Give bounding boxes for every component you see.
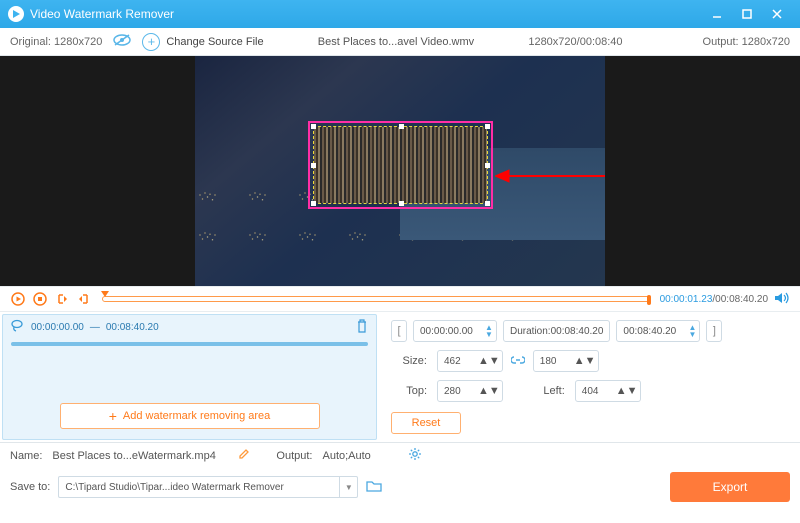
video-preview — [0, 56, 800, 286]
footer: Name: Output: Save to: C:\Tipard Studio\… — [0, 442, 800, 506]
segment-end: 00:08:40.20 — [106, 322, 159, 333]
resize-handle[interactable] — [399, 201, 404, 206]
save-to-label: Save to: — [10, 481, 50, 493]
position-row: Top: 280 ▲▼ Left: 404 ▲▼ — [391, 380, 788, 402]
spin-up[interactable]: ▲ — [616, 385, 627, 397]
playback-controls: 00:00:01.23/00:08:40.20 — [0, 286, 800, 312]
save-path-box: C:\Tipard Studio\Tipar...ideo Watermark … — [58, 476, 358, 498]
annotation-arrow-icon — [495, 168, 605, 184]
toolbar: Original: 1280x720 + Change Source File … — [0, 28, 800, 56]
app-title: Video Watermark Remover — [30, 7, 702, 21]
output-label: Output: 1280x720 — [703, 36, 790, 48]
name-input[interactable] — [50, 448, 230, 464]
output-settings-icon[interactable] — [408, 447, 422, 464]
segment-start: 00:00:00.00 — [31, 322, 84, 333]
seek-end — [647, 295, 651, 305]
spin-down[interactable]: ▼ — [585, 355, 596, 367]
main-panels: 00:00:00.00 — 00:08:40.20 + Add watermar… — [0, 312, 800, 442]
reset-button[interactable]: Reset — [391, 412, 461, 434]
play-button[interactable] — [10, 291, 26, 307]
minimize-button[interactable] — [702, 4, 732, 24]
stop-button[interactable] — [32, 291, 48, 307]
add-watermark-area-button[interactable]: + Add watermark removing area — [60, 403, 320, 429]
spin-up[interactable]: ▲ — [478, 355, 489, 367]
spin-down[interactable]: ▼ — [484, 331, 494, 338]
resolution-duration: 1280x720/00:08:40 — [528, 36, 622, 48]
name-label: Name: — [10, 450, 42, 462]
resize-handle[interactable] — [399, 124, 404, 129]
footer-save-row: Save to: C:\Tipard Studio\Tipar...ideo W… — [0, 468, 800, 506]
current-filename: Best Places to...avel Video.wmv — [274, 36, 519, 48]
resize-handle[interactable] — [485, 201, 490, 206]
size-row: Size: 462 ▲▼ 180 ▲▼ — [391, 350, 788, 372]
mark-out-button[interactable] — [76, 291, 92, 307]
volume-icon[interactable] — [774, 291, 790, 308]
close-button[interactable] — [762, 4, 792, 24]
time-range-row: [ 00:00:00.00 ▲▼ Duration:00:08:40.20 00… — [391, 320, 788, 342]
height-spinner[interactable]: 180 ▲▼ — [533, 350, 599, 372]
change-source-button[interactable]: + Change Source File — [142, 33, 263, 51]
seek-thumb[interactable] — [101, 291, 109, 297]
output-label: Output: — [276, 450, 312, 462]
resize-handle[interactable] — [311, 163, 316, 168]
range-end-bracket-button[interactable]: ] — [706, 320, 722, 342]
save-path: C:\Tipard Studio\Tipar...ideo Watermark … — [59, 482, 339, 493]
properties-panel: [ 00:00:00.00 ▲▼ Duration:00:08:40.20 00… — [379, 312, 800, 442]
original-label: Original: 1280x720 — [10, 36, 102, 48]
plus-icon: + — [109, 409, 117, 423]
resize-handle[interactable] — [485, 124, 490, 129]
mark-in-button[interactable] — [54, 291, 70, 307]
open-folder-icon[interactable] — [366, 479, 382, 495]
lasso-icon — [11, 319, 25, 336]
left-spinner[interactable]: 404 ▲▼ — [575, 380, 641, 402]
app-logo-icon — [8, 6, 24, 22]
spin-down[interactable]: ▼ — [489, 355, 500, 367]
export-button[interactable]: Export — [670, 472, 790, 502]
preview-toggle-icon[interactable] — [112, 33, 132, 50]
range-start-bracket-button[interactable]: [ — [391, 320, 407, 342]
segments-panel: 00:00:00.00 — 00:08:40.20 + Add watermar… — [2, 314, 377, 440]
size-label: Size: — [391, 355, 427, 367]
left-label: Left: — [529, 385, 565, 397]
top-label: Top: — [391, 385, 427, 397]
footer-name-row: Name: Output: — [0, 443, 800, 468]
range-start-spinner[interactable]: 00:00:00.00 ▲▼ — [413, 320, 497, 342]
duration-display: Duration:00:08:40.20 — [503, 320, 610, 342]
resize-handle[interactable] — [485, 163, 490, 168]
time-display: 00:00:01.23/00:08:40.20 — [660, 294, 768, 305]
top-spinner[interactable]: 280 ▲▼ — [437, 380, 503, 402]
range-end-spinner[interactable]: 00:08:40.20 ▲▼ — [616, 320, 700, 342]
edit-name-icon[interactable] — [238, 448, 250, 463]
delete-segment-icon[interactable] — [356, 319, 368, 336]
spin-up[interactable]: ▲ — [478, 385, 489, 397]
spin-down[interactable]: ▼ — [687, 331, 697, 338]
titlebar: Video Watermark Remover — [0, 0, 800, 28]
spin-up[interactable]: ▲ — [574, 355, 585, 367]
spin-down[interactable]: ▼ — [489, 385, 500, 397]
link-aspect-icon[interactable] — [511, 354, 525, 369]
seek-bar[interactable] — [102, 296, 650, 302]
width-spinner[interactable]: 462 ▲▼ — [437, 350, 503, 372]
spin-down[interactable]: ▼ — [627, 385, 638, 397]
segment-row[interactable]: 00:00:00.00 — 00:08:40.20 — [3, 315, 376, 340]
change-source-label: Change Source File — [166, 36, 263, 48]
resize-handle[interactable] — [311, 201, 316, 206]
resize-handle[interactable] — [311, 124, 316, 129]
add-area-label: Add watermark removing area — [123, 410, 270, 422]
plus-circle-icon: + — [142, 33, 160, 51]
segment-range-bar[interactable] — [11, 342, 368, 346]
output-format-input[interactable] — [320, 448, 400, 464]
selection-inner[interactable] — [313, 126, 488, 204]
save-path-dropdown[interactable]: ▼ — [339, 477, 357, 497]
maximize-button[interactable] — [732, 4, 762, 24]
